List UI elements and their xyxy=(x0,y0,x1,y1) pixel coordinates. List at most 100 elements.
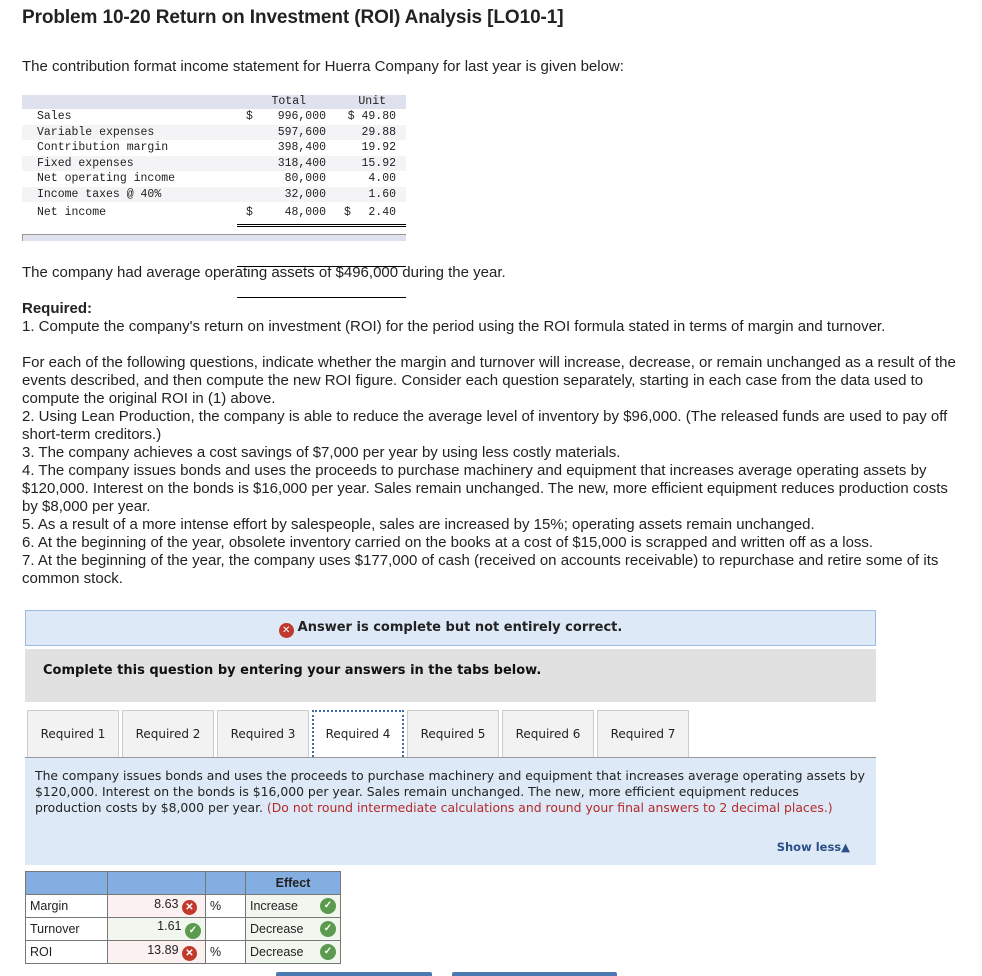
header-unit: Unit xyxy=(358,95,386,108)
x-circle-icon: ✕ xyxy=(278,623,294,638)
tab-required-4[interactable]: Required 4 xyxy=(312,710,404,757)
next-button[interactable] xyxy=(452,972,617,976)
statement-row: Sales $996,000 $ 49.80 xyxy=(22,109,406,125)
header-cell xyxy=(205,871,246,895)
turnover-value: 1.61 xyxy=(157,919,182,933)
x-circle-icon: ✕ xyxy=(182,946,197,961)
turnover-effect-select[interactable]: Decrease ✓ xyxy=(245,917,341,941)
answer-table: Effect Margin 8.63 ✕ % Increase ✓ Turnove… xyxy=(25,871,341,964)
margin-value: 8.63 xyxy=(154,897,179,911)
row-unit: 29.88 xyxy=(361,125,396,139)
header-cell xyxy=(107,871,206,895)
roi-input[interactable]: 13.89 ✕ xyxy=(107,940,206,964)
row-unit: $ 49.80 xyxy=(347,110,396,123)
statement-row: Fixed expenses 318,400 15.92 xyxy=(22,155,406,171)
tab-required-1[interactable]: Required 1 xyxy=(27,710,119,757)
row-unit: 4.00 xyxy=(368,172,396,185)
double-underline xyxy=(237,226,406,227)
check-circle-icon: ✓ xyxy=(320,944,336,960)
unit-label: % xyxy=(205,894,246,918)
feedback-text: Answer is complete but not entirely corr… xyxy=(297,620,623,635)
row-total: 398,400 xyxy=(277,141,326,154)
answer-row-margin: Margin 8.63 ✕ % Increase ✓ xyxy=(25,894,341,918)
roi-value: 13.89 xyxy=(147,943,179,957)
header-effect: Effect xyxy=(245,871,341,895)
row-total: 48,000 xyxy=(284,206,326,219)
feedback-banner: ✕ Answer is complete but not entirely cor… xyxy=(25,610,876,646)
row-label: Fixed expenses xyxy=(37,156,134,170)
underline xyxy=(237,297,406,298)
row-label: Sales xyxy=(37,110,72,123)
requirement-3: 3. The company achieves a cost savings o… xyxy=(22,444,621,461)
margin-input[interactable]: 8.63 ✕ xyxy=(107,894,206,918)
assets-text: The company had average operating assets… xyxy=(22,264,506,281)
row-label: Income taxes @ 40% xyxy=(37,187,162,201)
tab-instruction: Complete this question by entering your … xyxy=(25,649,876,702)
row-unit: 2.40 xyxy=(368,206,396,219)
x-circle-icon: ✕ xyxy=(182,900,197,915)
statement-row: Net operating income 80,000 4.00 xyxy=(22,171,406,187)
statement-row: Contribution margin 398,400 19.92 xyxy=(22,140,406,156)
tab-required-7[interactable]: Required 7 xyxy=(597,710,689,757)
requirement-5: 5. As a result of a more intense effort … xyxy=(22,516,815,533)
dollar-sign: $ xyxy=(344,206,351,219)
show-less-label: Show less xyxy=(776,840,842,854)
row-total: 80,000 xyxy=(284,172,326,185)
requirement-tabs: Required 1 Required 2 Required 3 Require… xyxy=(27,710,689,757)
roi-effect-select[interactable]: Decrease ✓ xyxy=(245,940,341,964)
header-cell xyxy=(25,871,108,895)
dollar-sign: $ xyxy=(246,206,253,219)
tab-required-2[interactable]: Required 2 xyxy=(122,710,214,757)
double-underline xyxy=(237,224,406,225)
required-heading: Required: xyxy=(22,300,93,317)
row-label: Turnover xyxy=(25,917,108,941)
page-title: Problem 10-20 Return on Investment (ROI)… xyxy=(22,7,564,28)
statement-header: Total Unit xyxy=(22,95,406,109)
rounding-note: (Do not round intermediate calculations … xyxy=(266,800,833,815)
answer-row-roi: ROI 13.89 ✕ % Decrease ✓ xyxy=(25,940,341,964)
answer-table-header: Effect xyxy=(25,871,341,895)
prev-button[interactable] xyxy=(276,972,432,976)
tab-required-6[interactable]: Required 6 xyxy=(502,710,594,757)
requirement-1: 1. Compute the company's return on inves… xyxy=(22,318,886,335)
requirement-4: 4. The company issues bonds and uses the… xyxy=(22,462,948,515)
row-label: ROI xyxy=(25,940,108,964)
header-total: Total xyxy=(271,95,306,108)
intro-text: The contribution format income statement… xyxy=(22,58,624,75)
row-label: Net income xyxy=(37,206,107,219)
margin-effect-select[interactable]: Increase ✓ xyxy=(245,894,341,918)
income-statement: Total Unit Sales $996,000 $ 49.80 Variable… xyxy=(22,95,406,298)
requirement-2: 2. Using Lean Production, the company is… xyxy=(22,408,948,443)
answer-row-turnover: Turnover 1.61 ✓ Decrease ✓ xyxy=(25,917,341,941)
requirement-6: 6. At the beginning of the year, obsolet… xyxy=(22,534,874,551)
unit-label: % xyxy=(205,940,246,964)
show-less-link[interactable]: Show less▲ xyxy=(777,839,850,855)
tab-required-5[interactable]: Required 5 xyxy=(407,710,499,757)
triangle-up-icon: ▲ xyxy=(841,840,850,854)
statement-row: Net income $48,000 $2.40 xyxy=(22,202,406,221)
statement-row: Income taxes @ 40% 32,000 1.60 xyxy=(22,186,406,202)
row-label: Contribution margin xyxy=(37,141,169,154)
row-label: Variable expenses xyxy=(37,125,155,139)
dollar-sign: $ xyxy=(246,110,253,123)
horizontal-scrollbar[interactable] xyxy=(22,234,406,241)
check-circle-icon: ✓ xyxy=(320,898,336,914)
check-circle-icon: ✓ xyxy=(185,923,201,939)
row-total: 996,000 xyxy=(277,110,326,123)
row-total: 597,600 xyxy=(277,125,326,139)
requirement-7: 7. At the beginning of the year, the com… xyxy=(22,552,939,587)
effect-value: Decrease xyxy=(250,945,304,959)
row-unit: 19.92 xyxy=(361,141,396,154)
unit-label xyxy=(205,917,246,941)
row-label: Margin xyxy=(25,894,108,918)
row-unit: 15.92 xyxy=(361,156,396,170)
row-label: Net operating income xyxy=(37,172,176,185)
tab-required-3[interactable]: Required 3 xyxy=(217,710,309,757)
effect-value: Decrease xyxy=(250,922,304,936)
statement-row: Variable expenses 597,600 29.88 xyxy=(22,124,406,140)
question-box: The company issues bonds and uses the pr… xyxy=(25,758,876,865)
row-total: 318,400 xyxy=(277,156,326,170)
row-unit: 1.60 xyxy=(368,187,396,201)
instructions-text: For each of the following questions, ind… xyxy=(22,354,956,407)
turnover-input[interactable]: 1.61 ✓ xyxy=(107,917,206,941)
